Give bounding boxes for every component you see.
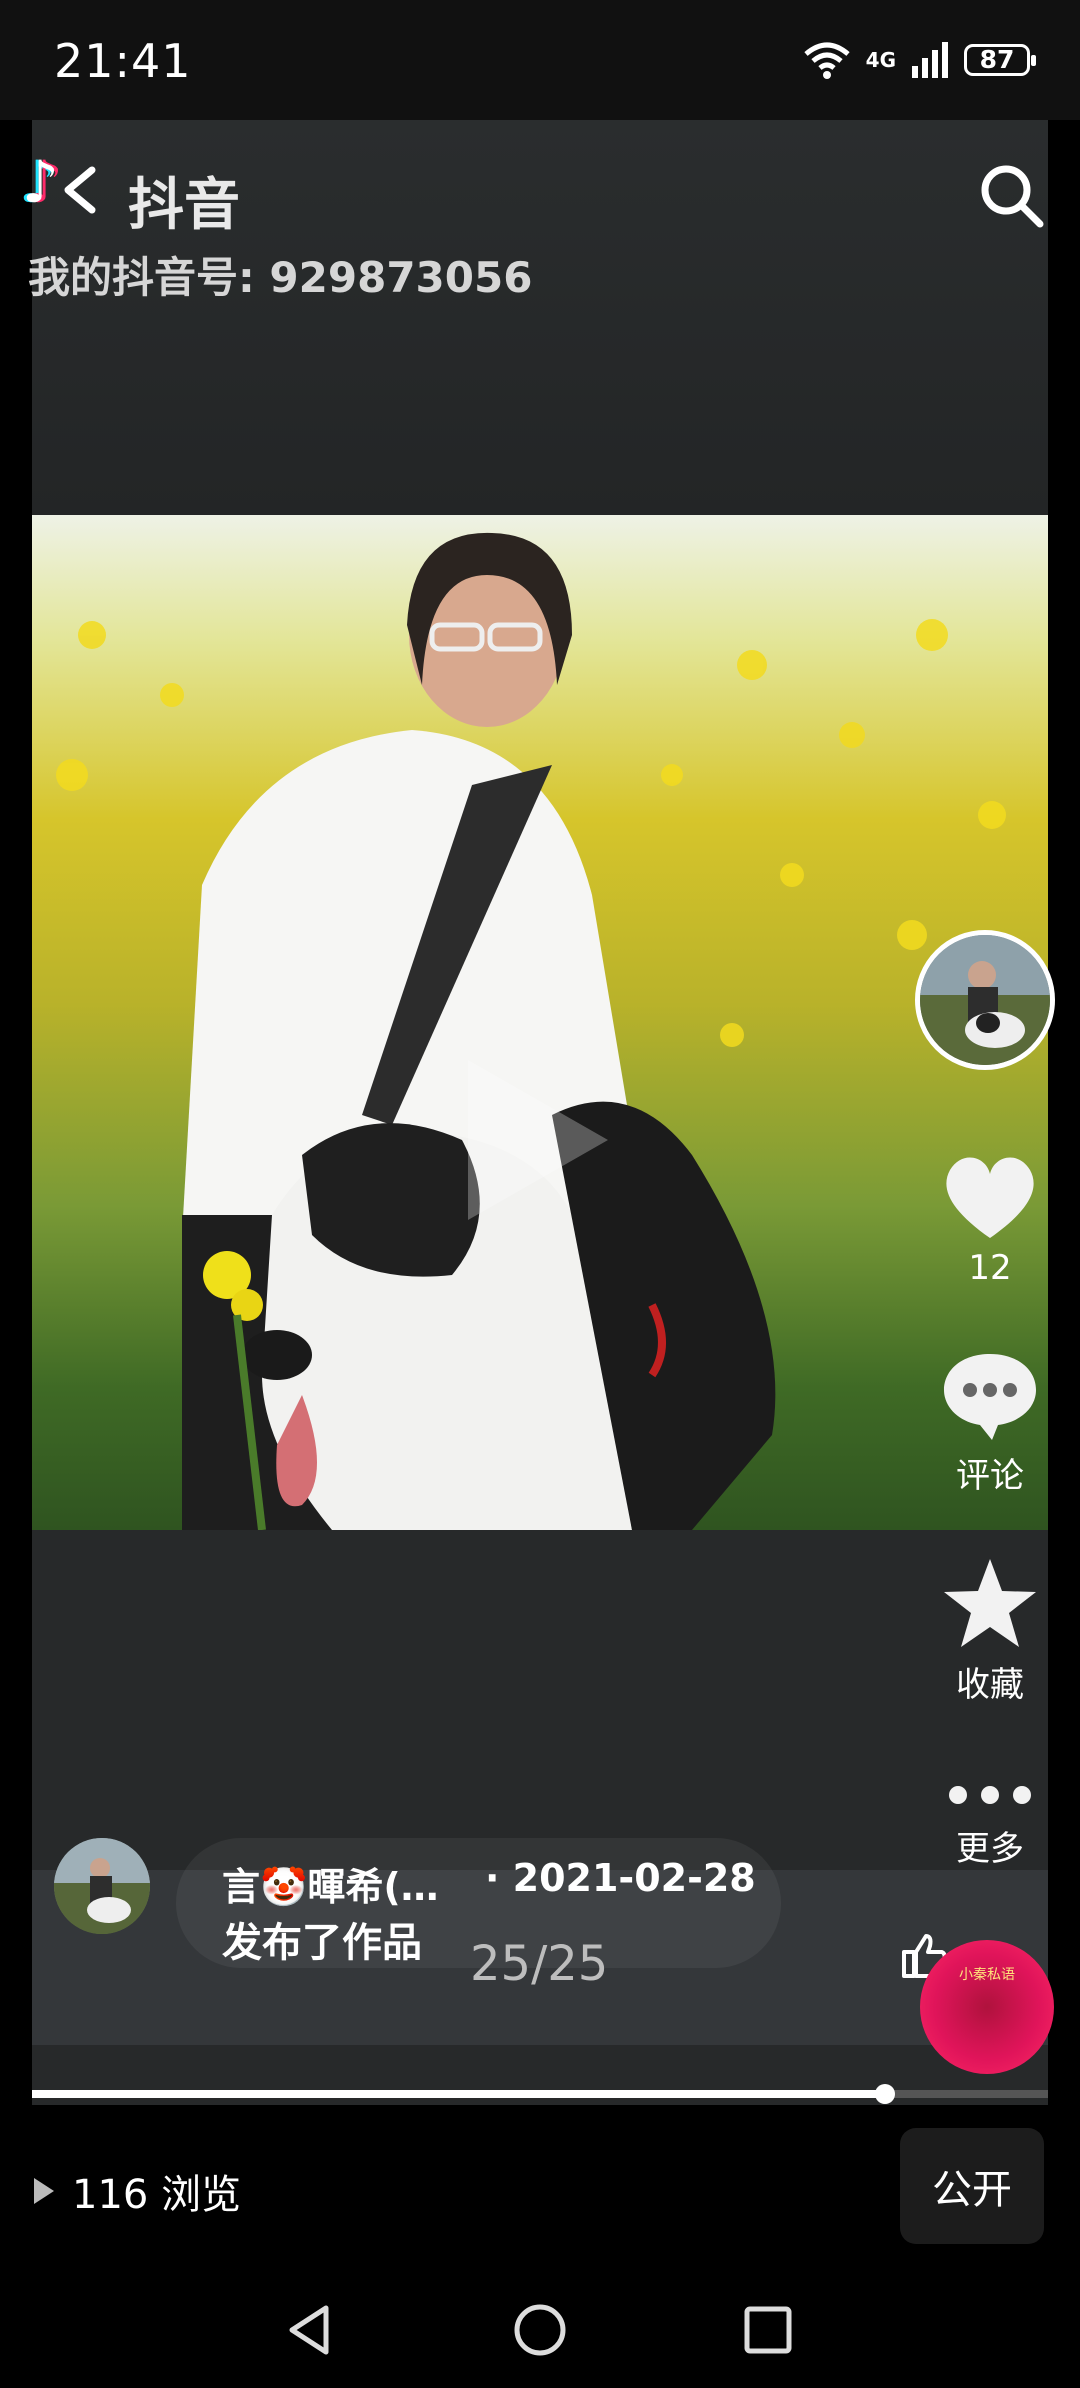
search-icon[interactable] — [978, 162, 1046, 230]
nav-home-icon[interactable] — [510, 2300, 570, 2360]
more-button[interactable]: 更多 — [915, 1775, 1065, 1870]
back-icon[interactable] — [54, 164, 106, 216]
post-date: · 2021-02-28 — [485, 1856, 756, 1900]
view-count-text: 116 浏览 — [72, 2172, 242, 2218]
photo-illustration — [56, 532, 1025, 1530]
nav-back-icon[interactable] — [280, 2300, 340, 2360]
favorite-label: 收藏 — [956, 1665, 1024, 1705]
post-action-text: 发布了作品 — [222, 1920, 422, 1966]
watermark-user-id: 我的抖音号: 929873056 — [28, 253, 533, 302]
author-name[interactable]: 言🤡暉希(… — [222, 1856, 439, 1911]
author-avatar-button[interactable] — [915, 930, 1055, 1070]
star-icon — [944, 1559, 1036, 1647]
status-time: 21:41 — [54, 34, 192, 88]
comment-label: 评论 — [956, 1456, 1024, 1496]
more-label: 更多 — [956, 1829, 1024, 1869]
avatar-image — [920, 935, 1050, 1065]
heart-icon — [946, 1157, 1034, 1238]
signal-icon — [912, 42, 948, 78]
comment-button[interactable]: 评论 — [915, 1350, 1065, 1497]
more-dots-icon — [949, 1786, 1031, 1804]
play-icon[interactable] — [458, 1050, 618, 1230]
watermark-app-name: 抖音 — [128, 173, 240, 238]
view-count: 116 浏览 — [32, 2162, 241, 2220]
music-disc-text: 小秦私语 — [959, 1967, 1015, 1983]
nav-recents-icon[interactable] — [738, 2300, 798, 2360]
page-counter: 25/25 — [470, 1936, 609, 1992]
author-avatar[interactable] — [54, 1838, 150, 1934]
progress-bar[interactable] — [32, 2090, 1048, 2098]
comment-icon — [944, 1354, 1036, 1440]
battery-indicator: 87 — [964, 44, 1036, 76]
network-type: 4G — [865, 48, 896, 72]
public-button[interactable]: 公开 — [900, 2128, 1044, 2244]
wifi-icon — [804, 42, 850, 79]
progress-fill — [32, 2090, 886, 2098]
status-bar: 21:41 4G 87 — [0, 0, 1080, 120]
like-button[interactable]: 12 — [915, 1152, 1065, 1288]
video-photo — [32, 515, 1048, 1530]
status-icons: 4G 87 — [802, 40, 1036, 80]
music-disc-button[interactable]: 小秦私语 — [920, 1940, 1054, 2074]
triangle-play-icon — [34, 2178, 54, 2204]
author-avatar-image — [54, 1838, 150, 1934]
like-count: 12 — [968, 1248, 1012, 1288]
favorite-button[interactable]: 收藏 — [915, 1555, 1065, 1706]
